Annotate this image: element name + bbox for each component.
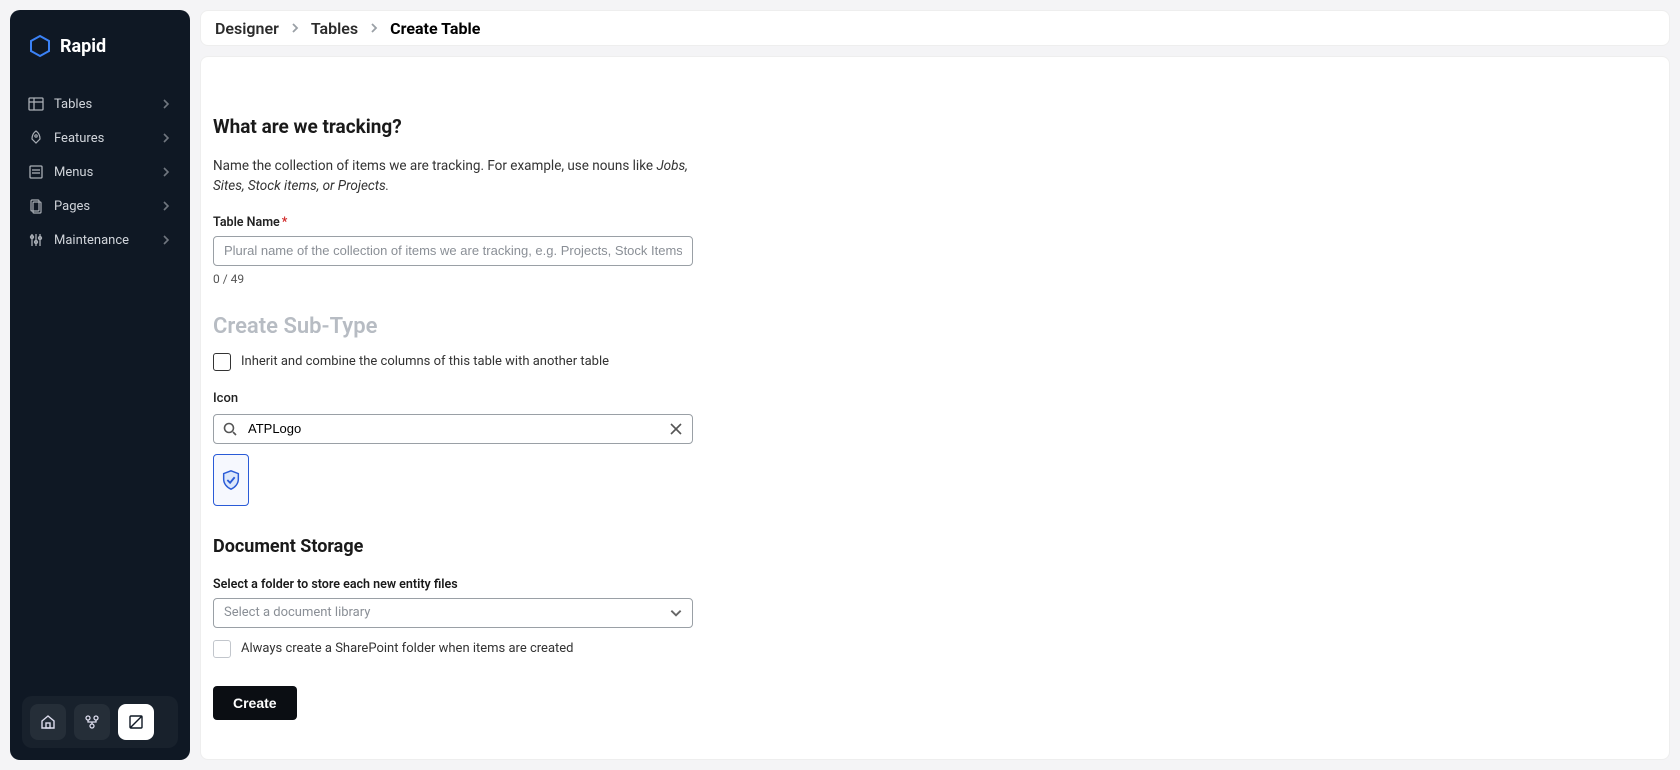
brand-name: Rapid [60,36,106,57]
chevron-down-icon [669,606,683,620]
subtype-heading: Create Sub-Type [213,314,693,339]
chevron-right-icon [160,166,172,178]
clear-icon[interactable] [668,421,684,437]
required-asterisk: * [282,215,288,230]
folder-select-label: Select a folder to store each new entity… [213,577,693,592]
chevron-right-icon [160,234,172,246]
sharepoint-checkbox[interactable] [213,640,231,658]
tracking-heading: What are we tracking? [213,115,693,138]
chevron-right-icon [289,22,301,34]
sidebar-item-label: Features [54,131,150,146]
sidebar-item-tables[interactable]: Tables [16,88,184,120]
chevron-right-icon [160,98,172,110]
chevron-right-icon [368,22,380,34]
sliders-icon [28,232,44,248]
brand-logo: Rapid [10,10,190,88]
sidebar: Rapid Tables Features Menus [10,10,190,760]
sidebar-item-features[interactable]: Features [16,122,184,154]
list-icon [28,164,44,180]
pages-icon [28,198,44,214]
breadcrumb: Designer Tables Create Table [200,10,1670,46]
tray-designer-button[interactable] [118,704,154,740]
sharepoint-label: Always create a SharePoint folder when i… [241,641,574,656]
chevron-right-icon [160,132,172,144]
table-name-counter: 0 / 49 [213,272,693,286]
breadcrumb-current: Create Table [390,19,480,38]
search-icon [222,421,238,437]
sidebar-item-maintenance[interactable]: Maintenance [16,224,184,256]
sidebar-item-label: Menus [54,165,150,180]
breadcrumb-designer[interactable]: Designer [215,19,279,38]
create-button[interactable]: Create [213,686,297,720]
brand-hex-icon [28,34,52,58]
sidebar-item-label: Maintenance [54,233,150,248]
sidebar-nav: Tables Features Menus [10,88,190,256]
icon-result-tile[interactable] [213,454,249,506]
rocket-icon [28,130,44,146]
sidebar-item-label: Pages [54,199,150,214]
sidebar-item-label: Tables [54,97,150,112]
doc-storage-heading: Document Storage [213,536,693,557]
inherit-label: Inherit and combine the columns of this … [241,354,609,369]
sidebar-item-pages[interactable]: Pages [16,190,184,222]
icon-field-label: Icon [213,391,693,406]
sidebar-bottom-tray [10,684,190,760]
tray-tree-button[interactable] [74,704,110,740]
tray-home-button[interactable] [30,704,66,740]
document-library-placeholder: Select a document library [224,605,370,620]
table-name-input[interactable] [213,236,693,266]
tracking-helper: Name the collection of items we are trac… [213,156,693,197]
document-library-select[interactable]: Select a document library [213,598,693,628]
table-icon [28,96,44,112]
tracking-helper-prefix: Name the collection of items we are trac… [213,158,656,174]
icon-search-input[interactable] [213,414,693,444]
chevron-right-icon [160,200,172,212]
breadcrumb-tables[interactable]: Tables [311,19,358,38]
table-name-label: Table Name* [213,215,693,230]
main-panel: What are we tracking? Name the collectio… [200,56,1670,760]
inherit-checkbox[interactable] [213,353,231,371]
sidebar-item-menus[interactable]: Menus [16,156,184,188]
